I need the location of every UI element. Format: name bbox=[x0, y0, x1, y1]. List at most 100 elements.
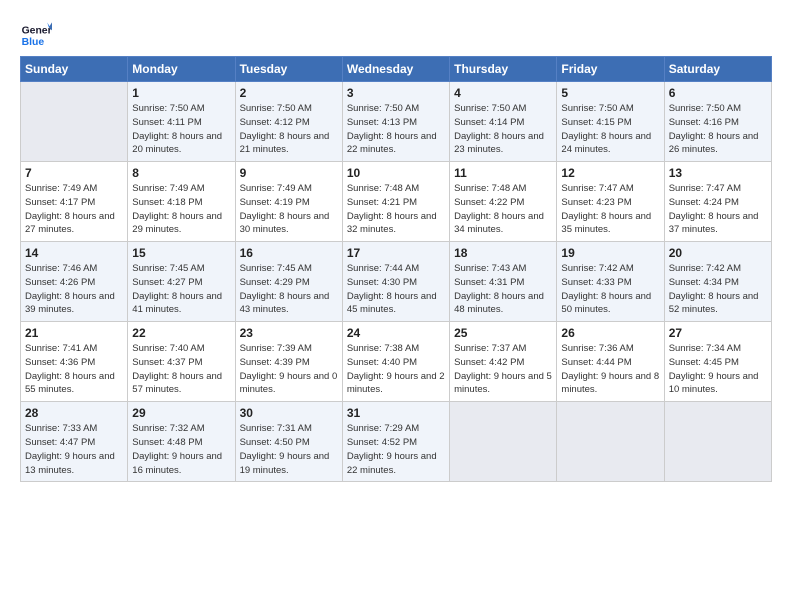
day-info: Sunrise: 7:42 AMSunset: 4:34 PMDaylight:… bbox=[669, 262, 767, 317]
day-info: Sunrise: 7:45 AMSunset: 4:29 PMDaylight:… bbox=[240, 262, 338, 317]
day-info: Sunrise: 7:47 AMSunset: 4:24 PMDaylight:… bbox=[669, 182, 767, 237]
weekday-header: Tuesday bbox=[235, 57, 342, 82]
calendar-cell: 11 Sunrise: 7:48 AMSunset: 4:22 PMDayligh… bbox=[450, 162, 557, 242]
day-number: 13 bbox=[669, 166, 767, 180]
day-number: 9 bbox=[240, 166, 338, 180]
calendar-cell: 7 Sunrise: 7:49 AMSunset: 4:17 PMDaylight… bbox=[21, 162, 128, 242]
calendar-cell: 14 Sunrise: 7:46 AMSunset: 4:26 PMDayligh… bbox=[21, 242, 128, 322]
weekday-header: Saturday bbox=[664, 57, 771, 82]
calendar-cell bbox=[450, 402, 557, 482]
calendar-cell: 23Sunrise: 7:39 AMSunset: 4:39 PMDayligh… bbox=[235, 322, 342, 402]
day-info: Sunrise: 7:40 AMSunset: 4:37 PMDaylight:… bbox=[132, 342, 230, 397]
calendar-week-row: 1 Sunrise: 7:50 AMSunset: 4:11 PMDaylight… bbox=[21, 82, 772, 162]
calendar-cell: 2Sunrise: 7:50 AMSunset: 4:12 PMDaylight… bbox=[235, 82, 342, 162]
day-number: 16 bbox=[240, 246, 338, 260]
calendar-cell: 16 Sunrise: 7:45 AMSunset: 4:29 PMDayligh… bbox=[235, 242, 342, 322]
calendar-cell: 20 Sunrise: 7:42 AMSunset: 4:34 PMDayligh… bbox=[664, 242, 771, 322]
day-number: 30 bbox=[240, 406, 338, 420]
day-info: Sunrise: 7:50 AMSunset: 4:14 PMDaylight:… bbox=[454, 102, 552, 157]
calendar-cell: 24Sunrise: 7:38 AMSunset: 4:40 PMDayligh… bbox=[342, 322, 449, 402]
logo: General Blue bbox=[20, 16, 52, 48]
calendar-week-row: 21Sunrise: 7:41 AMSunset: 4:36 PMDayligh… bbox=[21, 322, 772, 402]
day-number: 11 bbox=[454, 166, 552, 180]
day-number: 1 bbox=[132, 86, 230, 100]
calendar-cell: 21Sunrise: 7:41 AMSunset: 4:36 PMDayligh… bbox=[21, 322, 128, 402]
calendar-cell: 19 Sunrise: 7:42 AMSunset: 4:33 PMDayligh… bbox=[557, 242, 664, 322]
calendar-cell: 25 Sunrise: 7:37 AMSunset: 4:42 PMDayligh… bbox=[450, 322, 557, 402]
calendar-cell bbox=[664, 402, 771, 482]
day-number: 6 bbox=[669, 86, 767, 100]
day-info: Sunrise: 7:36 AMSunset: 4:44 PMDaylight:… bbox=[561, 342, 659, 397]
day-number: 5 bbox=[561, 86, 659, 100]
calendar-cell: 28 Sunrise: 7:33 AMSunset: 4:47 PMDayligh… bbox=[21, 402, 128, 482]
day-info: Sunrise: 7:47 AMSunset: 4:23 PMDaylight:… bbox=[561, 182, 659, 237]
day-info: Sunrise: 7:34 AMSunset: 4:45 PMDaylight:… bbox=[669, 342, 767, 397]
calendar-cell: 13 Sunrise: 7:47 AMSunset: 4:24 PMDayligh… bbox=[664, 162, 771, 242]
weekday-header: Thursday bbox=[450, 57, 557, 82]
day-info: Sunrise: 7:50 AMSunset: 4:12 PMDaylight:… bbox=[240, 102, 338, 157]
calendar-cell: 17 Sunrise: 7:44 AMSunset: 4:30 PMDayligh… bbox=[342, 242, 449, 322]
weekday-header: Sunday bbox=[21, 57, 128, 82]
calendar-cell: 26 Sunrise: 7:36 AMSunset: 4:44 PMDayligh… bbox=[557, 322, 664, 402]
day-number: 24 bbox=[347, 326, 445, 340]
day-info: Sunrise: 7:41 AMSunset: 4:36 PMDaylight:… bbox=[25, 342, 123, 397]
day-info: Sunrise: 7:50 AMSunset: 4:11 PMDaylight:… bbox=[132, 102, 230, 157]
day-number: 4 bbox=[454, 86, 552, 100]
weekday-header: Wednesday bbox=[342, 57, 449, 82]
day-info: Sunrise: 7:44 AMSunset: 4:30 PMDaylight:… bbox=[347, 262, 445, 317]
day-info: Sunrise: 7:49 AMSunset: 4:17 PMDaylight:… bbox=[25, 182, 123, 237]
calendar-cell: 29Sunrise: 7:32 AMSunset: 4:48 PMDayligh… bbox=[128, 402, 235, 482]
day-number: 28 bbox=[25, 406, 123, 420]
calendar-cell: 15 Sunrise: 7:45 AMSunset: 4:27 PMDayligh… bbox=[128, 242, 235, 322]
day-info: Sunrise: 7:32 AMSunset: 4:48 PMDaylight:… bbox=[132, 422, 230, 477]
day-info: Sunrise: 7:49 AMSunset: 4:19 PMDaylight:… bbox=[240, 182, 338, 237]
calendar-cell: 27Sunrise: 7:34 AMSunset: 4:45 PMDayligh… bbox=[664, 322, 771, 402]
weekday-header: Friday bbox=[557, 57, 664, 82]
day-info: Sunrise: 7:42 AMSunset: 4:33 PMDaylight:… bbox=[561, 262, 659, 317]
day-info: Sunrise: 7:50 AMSunset: 4:13 PMDaylight:… bbox=[347, 102, 445, 157]
day-number: 22 bbox=[132, 326, 230, 340]
day-info: Sunrise: 7:46 AMSunset: 4:26 PMDaylight:… bbox=[25, 262, 123, 317]
calendar-cell: 4 Sunrise: 7:50 AMSunset: 4:14 PMDaylight… bbox=[450, 82, 557, 162]
calendar-cell: 22 Sunrise: 7:40 AMSunset: 4:37 PMDayligh… bbox=[128, 322, 235, 402]
calendar-cell: 12 Sunrise: 7:47 AMSunset: 4:23 PMDayligh… bbox=[557, 162, 664, 242]
calendar-table: SundayMondayTuesdayWednesdayThursdayFrid… bbox=[20, 56, 772, 482]
day-number: 14 bbox=[25, 246, 123, 260]
day-number: 18 bbox=[454, 246, 552, 260]
day-info: Sunrise: 7:45 AMSunset: 4:27 PMDaylight:… bbox=[132, 262, 230, 317]
day-number: 15 bbox=[132, 246, 230, 260]
day-info: Sunrise: 7:39 AMSunset: 4:39 PMDaylight:… bbox=[240, 342, 338, 397]
day-number: 12 bbox=[561, 166, 659, 180]
calendar-cell: 31Sunrise: 7:29 AMSunset: 4:52 PMDayligh… bbox=[342, 402, 449, 482]
day-number: 10 bbox=[347, 166, 445, 180]
day-number: 3 bbox=[347, 86, 445, 100]
day-number: 7 bbox=[25, 166, 123, 180]
day-number: 31 bbox=[347, 406, 445, 420]
day-number: 8 bbox=[132, 166, 230, 180]
header-row: SundayMondayTuesdayWednesdayThursdayFrid… bbox=[21, 57, 772, 82]
calendar-cell: 3 Sunrise: 7:50 AMSunset: 4:13 PMDaylight… bbox=[342, 82, 449, 162]
calendar-cell: 18 Sunrise: 7:43 AMSunset: 4:31 PMDayligh… bbox=[450, 242, 557, 322]
svg-text:Blue: Blue bbox=[22, 37, 45, 48]
day-info: Sunrise: 7:50 AMSunset: 4:15 PMDaylight:… bbox=[561, 102, 659, 157]
svg-text:General: General bbox=[22, 26, 52, 37]
day-number: 19 bbox=[561, 246, 659, 260]
day-number: 17 bbox=[347, 246, 445, 260]
day-info: Sunrise: 7:48 AMSunset: 4:22 PMDaylight:… bbox=[454, 182, 552, 237]
calendar-cell: 8Sunrise: 7:49 AMSunset: 4:18 PMDaylight… bbox=[128, 162, 235, 242]
day-info: Sunrise: 7:37 AMSunset: 4:42 PMDaylight:… bbox=[454, 342, 552, 397]
day-number: 26 bbox=[561, 326, 659, 340]
calendar-page: General Blue SundayMondayTuesdayWednesda… bbox=[0, 0, 792, 612]
day-info: Sunrise: 7:48 AMSunset: 4:21 PMDaylight:… bbox=[347, 182, 445, 237]
calendar-cell: 5 Sunrise: 7:50 AMSunset: 4:15 PMDaylight… bbox=[557, 82, 664, 162]
day-number: 20 bbox=[669, 246, 767, 260]
day-number: 25 bbox=[454, 326, 552, 340]
day-info: Sunrise: 7:43 AMSunset: 4:31 PMDaylight:… bbox=[454, 262, 552, 317]
calendar-cell bbox=[557, 402, 664, 482]
day-info: Sunrise: 7:33 AMSunset: 4:47 PMDaylight:… bbox=[25, 422, 123, 477]
calendar-cell: 9 Sunrise: 7:49 AMSunset: 4:19 PMDaylight… bbox=[235, 162, 342, 242]
calendar-cell: 1 Sunrise: 7:50 AMSunset: 4:11 PMDaylight… bbox=[128, 82, 235, 162]
calendar-cell bbox=[21, 82, 128, 162]
day-info: Sunrise: 7:31 AMSunset: 4:50 PMDaylight:… bbox=[240, 422, 338, 477]
day-info: Sunrise: 7:50 AMSunset: 4:16 PMDaylight:… bbox=[669, 102, 767, 157]
